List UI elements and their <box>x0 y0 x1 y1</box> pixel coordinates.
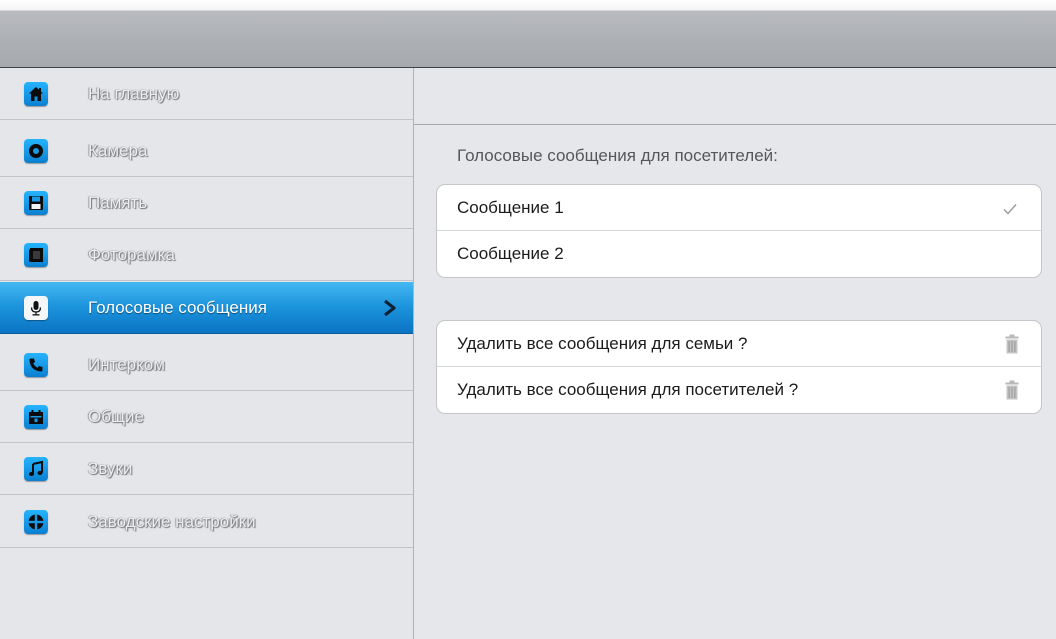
calendar-icon <box>24 405 48 429</box>
top-bar <box>0 0 1056 68</box>
chevron-right-icon <box>384 299 396 317</box>
message-option-label: Сообщение 2 <box>457 244 564 263</box>
sidebar-item-memory[interactable]: Память <box>0 177 413 229</box>
sidebar: На главную Камера Память Фоторамка Голос… <box>0 68 414 639</box>
sidebar-item-photo-frame[interactable]: Фоторамка <box>0 229 413 281</box>
message-option-1[interactable]: Сообщение 1 <box>437 185 1041 231</box>
sidebar-item-label: На главную <box>88 84 180 103</box>
phone-icon <box>24 353 48 377</box>
sidebar-item-camera[interactable]: Камера <box>0 125 413 177</box>
delete-family-messages-row[interactable]: Удалить все сообщения для семьи ? <box>437 321 1041 367</box>
sidebar-item-sounds[interactable]: Звуки <box>0 443 413 495</box>
main-panel: Голосовые сообщения для посетителей: Соо… <box>414 68 1056 639</box>
sidebar-item-label: Заводские настройки <box>88 512 256 531</box>
sidebar-item-intercom[interactable]: Интерком <box>0 339 413 391</box>
sidebar-item-label: Камера <box>88 141 148 160</box>
message-option-label: Сообщение 1 <box>457 198 564 217</box>
sidebar-item-label: Интерком <box>88 355 165 374</box>
message-option-2[interactable]: Сообщение 2 <box>437 231 1041 277</box>
sidebar-item-label: Голосовые сообщения <box>88 298 267 317</box>
trash-icon[interactable] <box>1005 334 1019 354</box>
section-title: Голосовые сообщения для посетителей: <box>457 146 778 165</box>
sidebar-item-factory-reset[interactable]: Заводские настройки <box>0 496 413 548</box>
sidebar-item-label: Общие <box>88 407 144 426</box>
microphone-icon <box>24 296 48 320</box>
main-header <box>414 68 1056 125</box>
camera-icon <box>24 139 48 163</box>
checkmark-icon <box>1003 204 1017 215</box>
music-note-icon <box>24 457 48 481</box>
home-icon <box>24 82 48 106</box>
delete-visitor-messages-row[interactable]: Удалить все сообщения для посетителей ? <box>437 367 1041 413</box>
floppy-disk-icon <box>24 191 48 215</box>
sidebar-item-label: Звуки <box>88 459 133 478</box>
sidebar-item-general[interactable]: Общие <box>0 391 413 443</box>
delete-actions-group: Удалить все сообщения для семьи ? Удалит… <box>436 320 1042 414</box>
sidebar-item-label: Фоторамка <box>88 245 175 264</box>
factory-reset-icon <box>24 510 48 534</box>
photo-frame-icon <box>24 243 48 267</box>
sidebar-item-home[interactable]: На главную <box>0 68 413 120</box>
delete-action-label: Удалить все сообщения для посетителей ? <box>457 380 799 399</box>
sidebar-item-label: Память <box>88 193 148 212</box>
messages-group: Сообщение 1 Сообщение 2 <box>436 184 1042 278</box>
sidebar-item-voice-messages[interactable]: Голосовые сообщения <box>0 282 413 334</box>
delete-action-label: Удалить все сообщения для семьи ? <box>457 334 748 353</box>
trash-icon[interactable] <box>1005 380 1019 400</box>
